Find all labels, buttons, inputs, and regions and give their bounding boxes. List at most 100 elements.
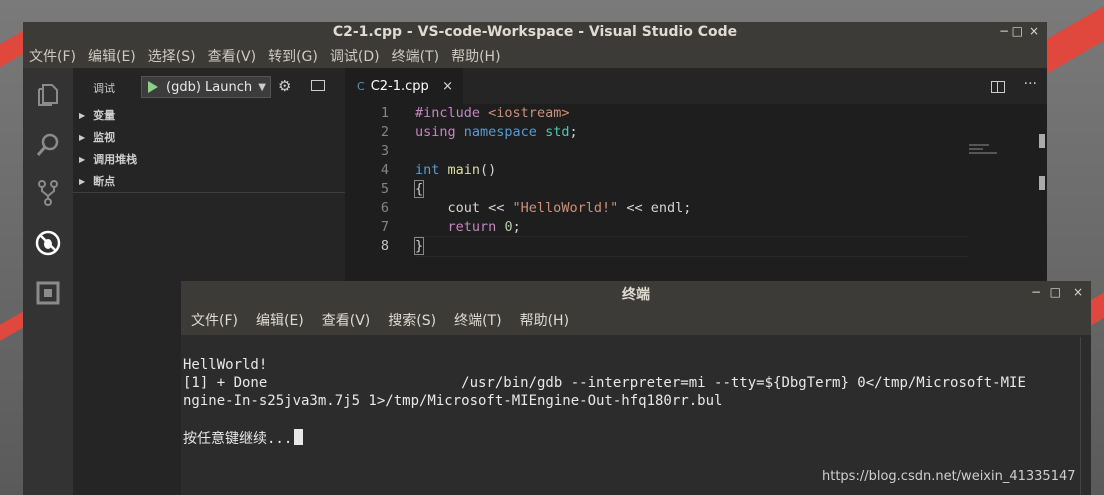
editor-tabs: C C2-1.cpp × ··· <box>345 68 1047 104</box>
code-token: () <box>480 162 497 178</box>
chevron-down-icon: ▼ <box>258 81 266 93</box>
debug-toolbar: 调试 (gdb) Launch ▼ ⚙ <box>73 68 345 104</box>
section-label: 调用堆栈 <box>93 153 138 166</box>
menu-view[interactable]: 查看(V) <box>208 46 257 66</box>
code-line: 5{ <box>345 180 1047 199</box>
terminal-scrollbar[interactable] <box>1080 337 1091 495</box>
terminal-window: 终端 − □ × 文件(F) 编辑(E) 查看(V) 搜索(S) 终端(T) 帮… <box>181 281 1091 495</box>
line-number: 2 <box>380 124 389 140</box>
menu-file[interactable]: 文件(F) <box>191 310 238 330</box>
code-token: ; <box>512 219 521 235</box>
debug-console-icon[interactable] <box>311 80 325 91</box>
terminal-line: ngine-In-s25jva3m.7j5 1>/tmp/Microsoft-M… <box>183 393 723 409</box>
search-icon[interactable] <box>35 132 61 158</box>
terminal-line: 按任意键继续... <box>183 431 293 447</box>
code-token: ; <box>569 124 578 140</box>
code-line: 2 using namespace std; <box>345 123 1047 142</box>
matching-bracket: } <box>413 237 425 255</box>
line-number: 4 <box>380 162 389 178</box>
chevron-right-icon: ▶ <box>79 154 86 164</box>
more-actions-icon[interactable]: ··· <box>1024 76 1037 92</box>
code-line: 6 cout << "HelloWorld!" << endl; <box>345 199 1047 218</box>
terminal-line: HellWorld! <box>183 357 268 373</box>
menu-bar: 文件(F) 编辑(E) 选择(S) 查看(V) 转到(G) 调试(D) 终端(T… <box>23 44 1047 68</box>
code-token: int <box>415 162 440 178</box>
cpp-file-icon: C <box>357 79 365 93</box>
section-label: 断点 <box>93 175 116 188</box>
section-label: 监视 <box>93 131 116 144</box>
code-line: 8} <box>345 237 1047 256</box>
maximize-button[interactable]: □ <box>1012 24 1023 38</box>
close-window-button[interactable]: × <box>1073 285 1083 299</box>
window-title: C2-1.cpp - VS-code-Workspace - Visual St… <box>332 24 738 40</box>
terminal-cursor <box>294 429 304 445</box>
terminal-menu-bar: 文件(F) 编辑(E) 查看(V) 搜索(S) 终端(T) 帮助(H) <box>181 305 1091 335</box>
code-line: 3 <box>345 142 1047 161</box>
explorer-icon[interactable] <box>35 82 61 108</box>
menu-view[interactable]: 查看(V) <box>322 310 371 330</box>
code-token: namespace <box>463 124 537 140</box>
extensions-icon[interactable] <box>35 280 61 306</box>
section-variables[interactable]: ▶ 变量 <box>73 104 345 126</box>
maximize-button[interactable]: □ <box>1050 285 1061 299</box>
close-window-button[interactable]: × <box>1029 24 1039 38</box>
menu-edit[interactable]: 编辑(E) <box>256 310 304 330</box>
menu-debug[interactable]: 调试(D) <box>330 46 380 66</box>
menu-selection[interactable]: 选择(S) <box>148 46 196 66</box>
menu-edit[interactable]: 编辑(E) <box>88 46 136 66</box>
line-number: 1 <box>380 105 389 121</box>
gear-icon[interactable]: ⚙ <box>278 77 291 95</box>
code-line: 4 int main() <box>345 161 1047 180</box>
watermark: https://blog.csdn.net/weixin_41335147 <box>822 469 1076 484</box>
menu-file[interactable]: 文件(F) <box>29 46 76 66</box>
line-number: 3 <box>380 143 389 159</box>
code-line: 1 #include <iostream> <box>345 104 1047 123</box>
chevron-right-icon: ▶ <box>79 176 86 186</box>
split-editor-icon[interactable] <box>991 81 1005 93</box>
menu-search[interactable]: 搜索(S) <box>388 310 436 330</box>
minimize-button[interactable]: − <box>1031 285 1041 299</box>
code-token: 0 <box>504 219 513 235</box>
debug-sections: ▶ 变量 ▶ 监视 ▶ 调用堆栈 ▶ 断点 <box>73 104 345 193</box>
menu-terminal[interactable]: 终端(T) <box>392 46 439 66</box>
menu-terminal[interactable]: 终端(T) <box>454 310 501 330</box>
line-number: 7 <box>380 219 389 235</box>
code-token: "HelloWorld!" <box>512 200 619 216</box>
launch-config-value: (gdb) Launch <box>166 79 253 95</box>
line-number: 5 <box>380 181 389 197</box>
code-token: #include <box>415 105 481 121</box>
matching-bracket: { <box>413 180 425 198</box>
menu-help[interactable]: 帮助(H) <box>520 310 569 330</box>
minimize-button[interactable]: − <box>999 24 1009 38</box>
section-breakpoints[interactable]: ▶ 断点 <box>73 170 345 193</box>
start-debugging-icon[interactable] <box>148 81 158 93</box>
section-call-stack[interactable]: ▶ 调用堆栈 <box>73 148 345 170</box>
code-token: << endl; <box>618 200 692 216</box>
line-number: 8 <box>380 238 389 254</box>
terminal-line: [1] + Done /usr/bin/gdb --interpreter=mi… <box>183 375 1026 391</box>
launch-config-select[interactable]: (gdb) Launch ▼ <box>141 76 271 98</box>
code-token: return <box>447 219 497 235</box>
chevron-right-icon: ▶ <box>79 110 86 120</box>
code-token: <iostream> <box>488 105 570 121</box>
terminal-titlebar: 终端 − □ × <box>181 281 1091 305</box>
debug-view-title: 调试 <box>93 82 115 95</box>
activity-bar <box>23 68 73 495</box>
code-line: 7 return 0; <box>345 218 1047 237</box>
chevron-right-icon: ▶ <box>79 132 86 142</box>
code-token: main <box>447 162 481 178</box>
code-token: cout << <box>447 200 513 216</box>
terminal-title: 终端 <box>622 287 650 303</box>
tab-label: C2-1.cpp <box>370 78 429 94</box>
section-watch[interactable]: ▶ 监视 <box>73 126 345 148</box>
source-control-icon[interactable] <box>35 180 61 206</box>
tab-c2-1-cpp[interactable]: C C2-1.cpp × <box>345 68 463 104</box>
close-tab-icon[interactable]: × <box>442 79 453 94</box>
debug-icon[interactable] <box>35 230 61 256</box>
vscode-titlebar: C2-1.cpp - VS-code-Workspace - Visual St… <box>23 22 1047 44</box>
menu-go[interactable]: 转到(G) <box>268 46 318 66</box>
code-token: using <box>415 124 456 140</box>
code-token: std <box>545 124 570 140</box>
menu-help[interactable]: 帮助(H) <box>451 46 500 66</box>
section-label: 变量 <box>93 109 116 122</box>
